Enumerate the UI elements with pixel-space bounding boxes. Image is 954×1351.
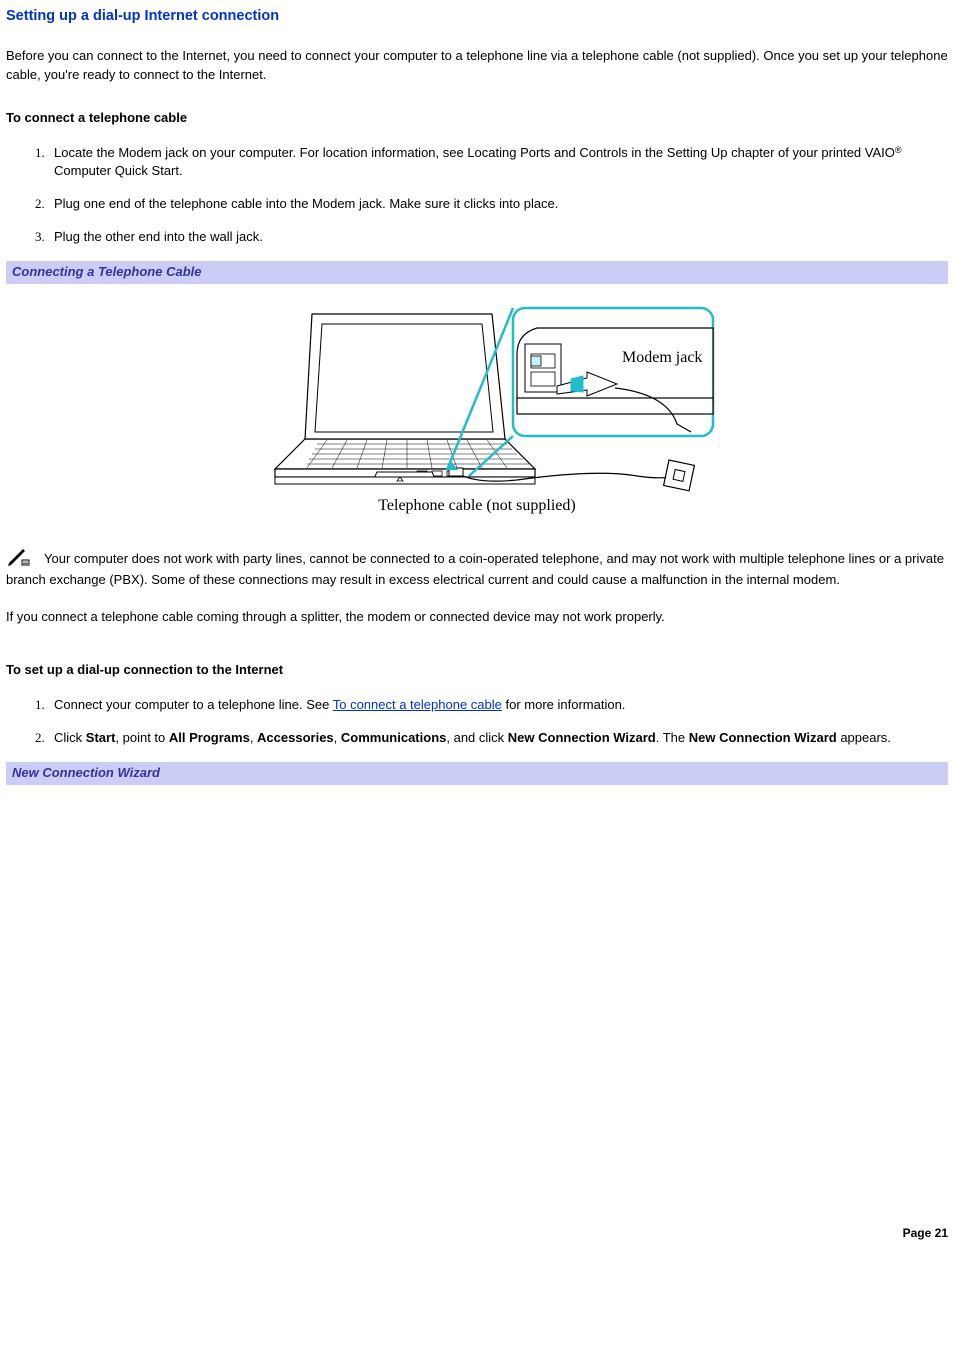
s22-p6: . The xyxy=(656,730,689,745)
page-number: Page 21 xyxy=(6,1225,948,1242)
step2-1: Connect your computer to a telephone lin… xyxy=(48,696,948,715)
figure-label-cable: Telephone cable (not supplied) xyxy=(378,497,575,514)
figure-1-illustration: Modem jack Telephone cable (not supplied… xyxy=(217,284,737,514)
steps-connect-cable: Locate the Modem jack on your computer. … xyxy=(6,144,948,247)
s22-p4: , xyxy=(334,730,341,745)
step-1: Locate the Modem jack on your computer. … xyxy=(48,144,948,182)
s22-b3: Accessories xyxy=(257,730,334,745)
subhead-connect-cable: To connect a telephone cable xyxy=(6,109,948,128)
s22-p5: , and click xyxy=(446,730,507,745)
figure-label-modem: Modem jack xyxy=(622,349,702,366)
s22-b1: Start xyxy=(86,730,116,745)
s22-b6: New Connection Wizard xyxy=(689,730,837,745)
step-1-text-pre: Locate the Modem jack on your computer. … xyxy=(54,145,895,160)
step-3: Plug the other end into the wall jack. xyxy=(48,228,948,247)
s22-p7: appears. xyxy=(837,730,891,745)
step2-1-post: for more information. xyxy=(502,697,626,712)
note-paragraph-2: If you connect a telephone cable coming … xyxy=(6,608,948,627)
s22-p3: , xyxy=(250,730,257,745)
note-icon xyxy=(6,548,30,572)
step-1-text-post: Computer Quick Start. xyxy=(54,163,183,178)
figure-2-caption: New Connection Wizard xyxy=(6,762,948,785)
link-connect-cable[interactable]: To connect a telephone cable xyxy=(333,697,502,712)
s22-p2: , point to xyxy=(115,730,168,745)
step2-2: Click Start, point to All Programs, Acce… xyxy=(48,729,948,748)
s22-b5: New Connection Wizard xyxy=(508,730,656,745)
trademark-symbol: ® xyxy=(895,145,902,155)
steps-setup-dialup: Connect your computer to a telephone lin… xyxy=(6,696,948,748)
note-paragraph-1: Your computer does not work with party l… xyxy=(6,548,948,591)
page-title: Setting up a dial-up Internet connection xyxy=(6,6,948,27)
step-2: Plug one end of the telephone cable into… xyxy=(48,195,948,214)
s22-b2: All Programs xyxy=(169,730,250,745)
s22-p1: Click xyxy=(54,730,86,745)
intro-paragraph: Before you can connect to the Internet, … xyxy=(6,47,948,85)
note-1-text: Your computer does not work with party l… xyxy=(6,551,944,588)
figure-1-caption: Connecting a Telephone Cable xyxy=(6,261,948,284)
s22-b4: Communications xyxy=(341,730,446,745)
subhead-setup-dialup: To set up a dial-up connection to the In… xyxy=(6,661,948,680)
step2-1-pre: Connect your computer to a telephone lin… xyxy=(54,697,333,712)
figure-1: Modem jack Telephone cable (not supplied… xyxy=(6,284,948,520)
